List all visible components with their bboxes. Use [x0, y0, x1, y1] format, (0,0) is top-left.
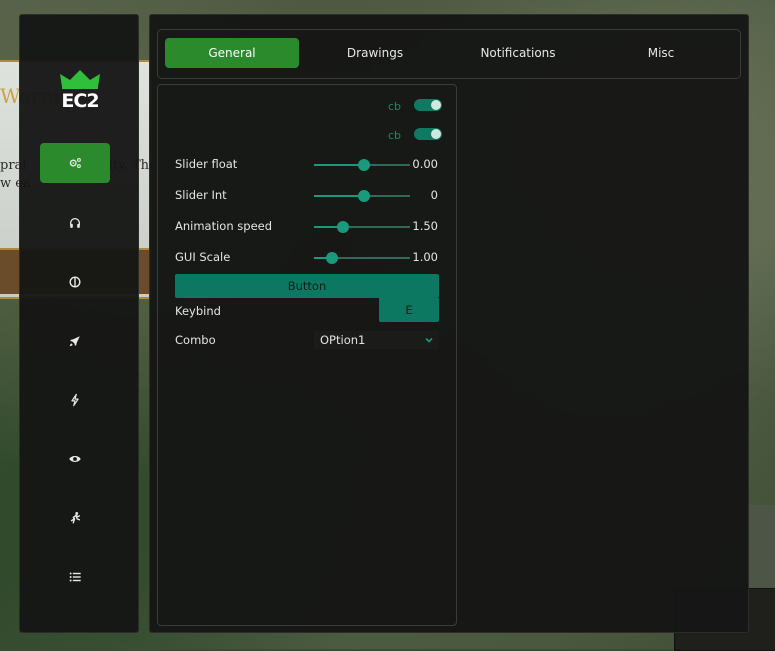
animation-speed-value: 1.50: [412, 219, 438, 233]
slider-int[interactable]: [314, 190, 410, 202]
gui-scale-label: GUI Scale: [175, 250, 231, 264]
toggle-knob: [431, 100, 441, 110]
tab-drawings[interactable]: Drawings: [308, 38, 442, 68]
general-settings-panel: cb cb Slider float 0.00 Slider Int 0 Ani…: [157, 84, 457, 626]
slider-float-label: Slider float: [175, 157, 238, 171]
checkbox-label: cb: [388, 100, 402, 113]
combo-select[interactable]: OPtion1: [314, 331, 439, 349]
keybind-button[interactable]: E: [379, 298, 439, 322]
rocket-icon: [69, 336, 80, 347]
sidebar-item-visuals[interactable]: [40, 262, 110, 302]
animation-speed-label: Animation speed: [175, 219, 273, 233]
slider-fill: [314, 195, 364, 197]
sidebar-item-vision[interactable]: [40, 439, 110, 479]
slider-thumb[interactable]: [357, 190, 370, 202]
tab-bar: General Drawings Notifications Misc: [157, 29, 741, 79]
toggle-knob: [431, 129, 441, 139]
sidebar: EC2: [19, 14, 139, 633]
lightning-icon: [71, 393, 79, 407]
sidebar-item-audio[interactable]: [40, 203, 110, 243]
main-panel: General Drawings Notifications Misc cb c…: [149, 14, 749, 633]
gui-scale-value: 1.00: [412, 250, 438, 264]
sidebar-item-rocket[interactable]: [40, 321, 110, 361]
tab-misc[interactable]: Misc: [594, 38, 728, 68]
checkbox-toggle[interactable]: [414, 128, 442, 140]
slider-int-value: 0: [430, 188, 438, 202]
crown-icon: [60, 70, 100, 89]
slider-thumb[interactable]: [326, 252, 339, 264]
checkbox-label: cb: [388, 129, 402, 142]
headset-icon: [69, 217, 81, 228]
running-person-icon: [70, 512, 81, 524]
combo-label: Combo: [175, 333, 216, 347]
sidebar-item-power[interactable]: [40, 380, 110, 420]
checkbox-toggle[interactable]: [414, 99, 442, 111]
tab-general[interactable]: General: [165, 38, 299, 68]
combo-selected-value: OPtion1: [320, 333, 366, 347]
logo: EC2: [57, 68, 103, 112]
slider-float[interactable]: [314, 159, 410, 171]
slider-float-value: 0.00: [412, 157, 438, 171]
tab-notifications[interactable]: Notifications: [451, 38, 585, 68]
sidebar-item-movement[interactable]: [40, 498, 110, 538]
chevron-down-icon: [425, 337, 433, 343]
sidebar-item-list[interactable]: [40, 557, 110, 597]
gui-scale-slider[interactable]: [314, 252, 410, 264]
logo-text: EC2: [61, 90, 99, 112]
keybind-label: Keybind: [175, 304, 221, 318]
slider-fill: [314, 164, 364, 166]
animation-speed-slider[interactable]: [314, 221, 410, 233]
contrast-circle-icon: [69, 276, 81, 288]
sidebar-item-settings[interactable]: [40, 143, 110, 183]
slider-thumb[interactable]: [336, 221, 349, 233]
settings-gear-icon: [69, 158, 81, 168]
action-button[interactable]: Button: [175, 274, 439, 298]
eye-icon: [69, 456, 81, 462]
slider-thumb[interactable]: [357, 159, 370, 171]
slider-int-label: Slider Int: [175, 188, 227, 202]
list-icon: [69, 572, 81, 582]
